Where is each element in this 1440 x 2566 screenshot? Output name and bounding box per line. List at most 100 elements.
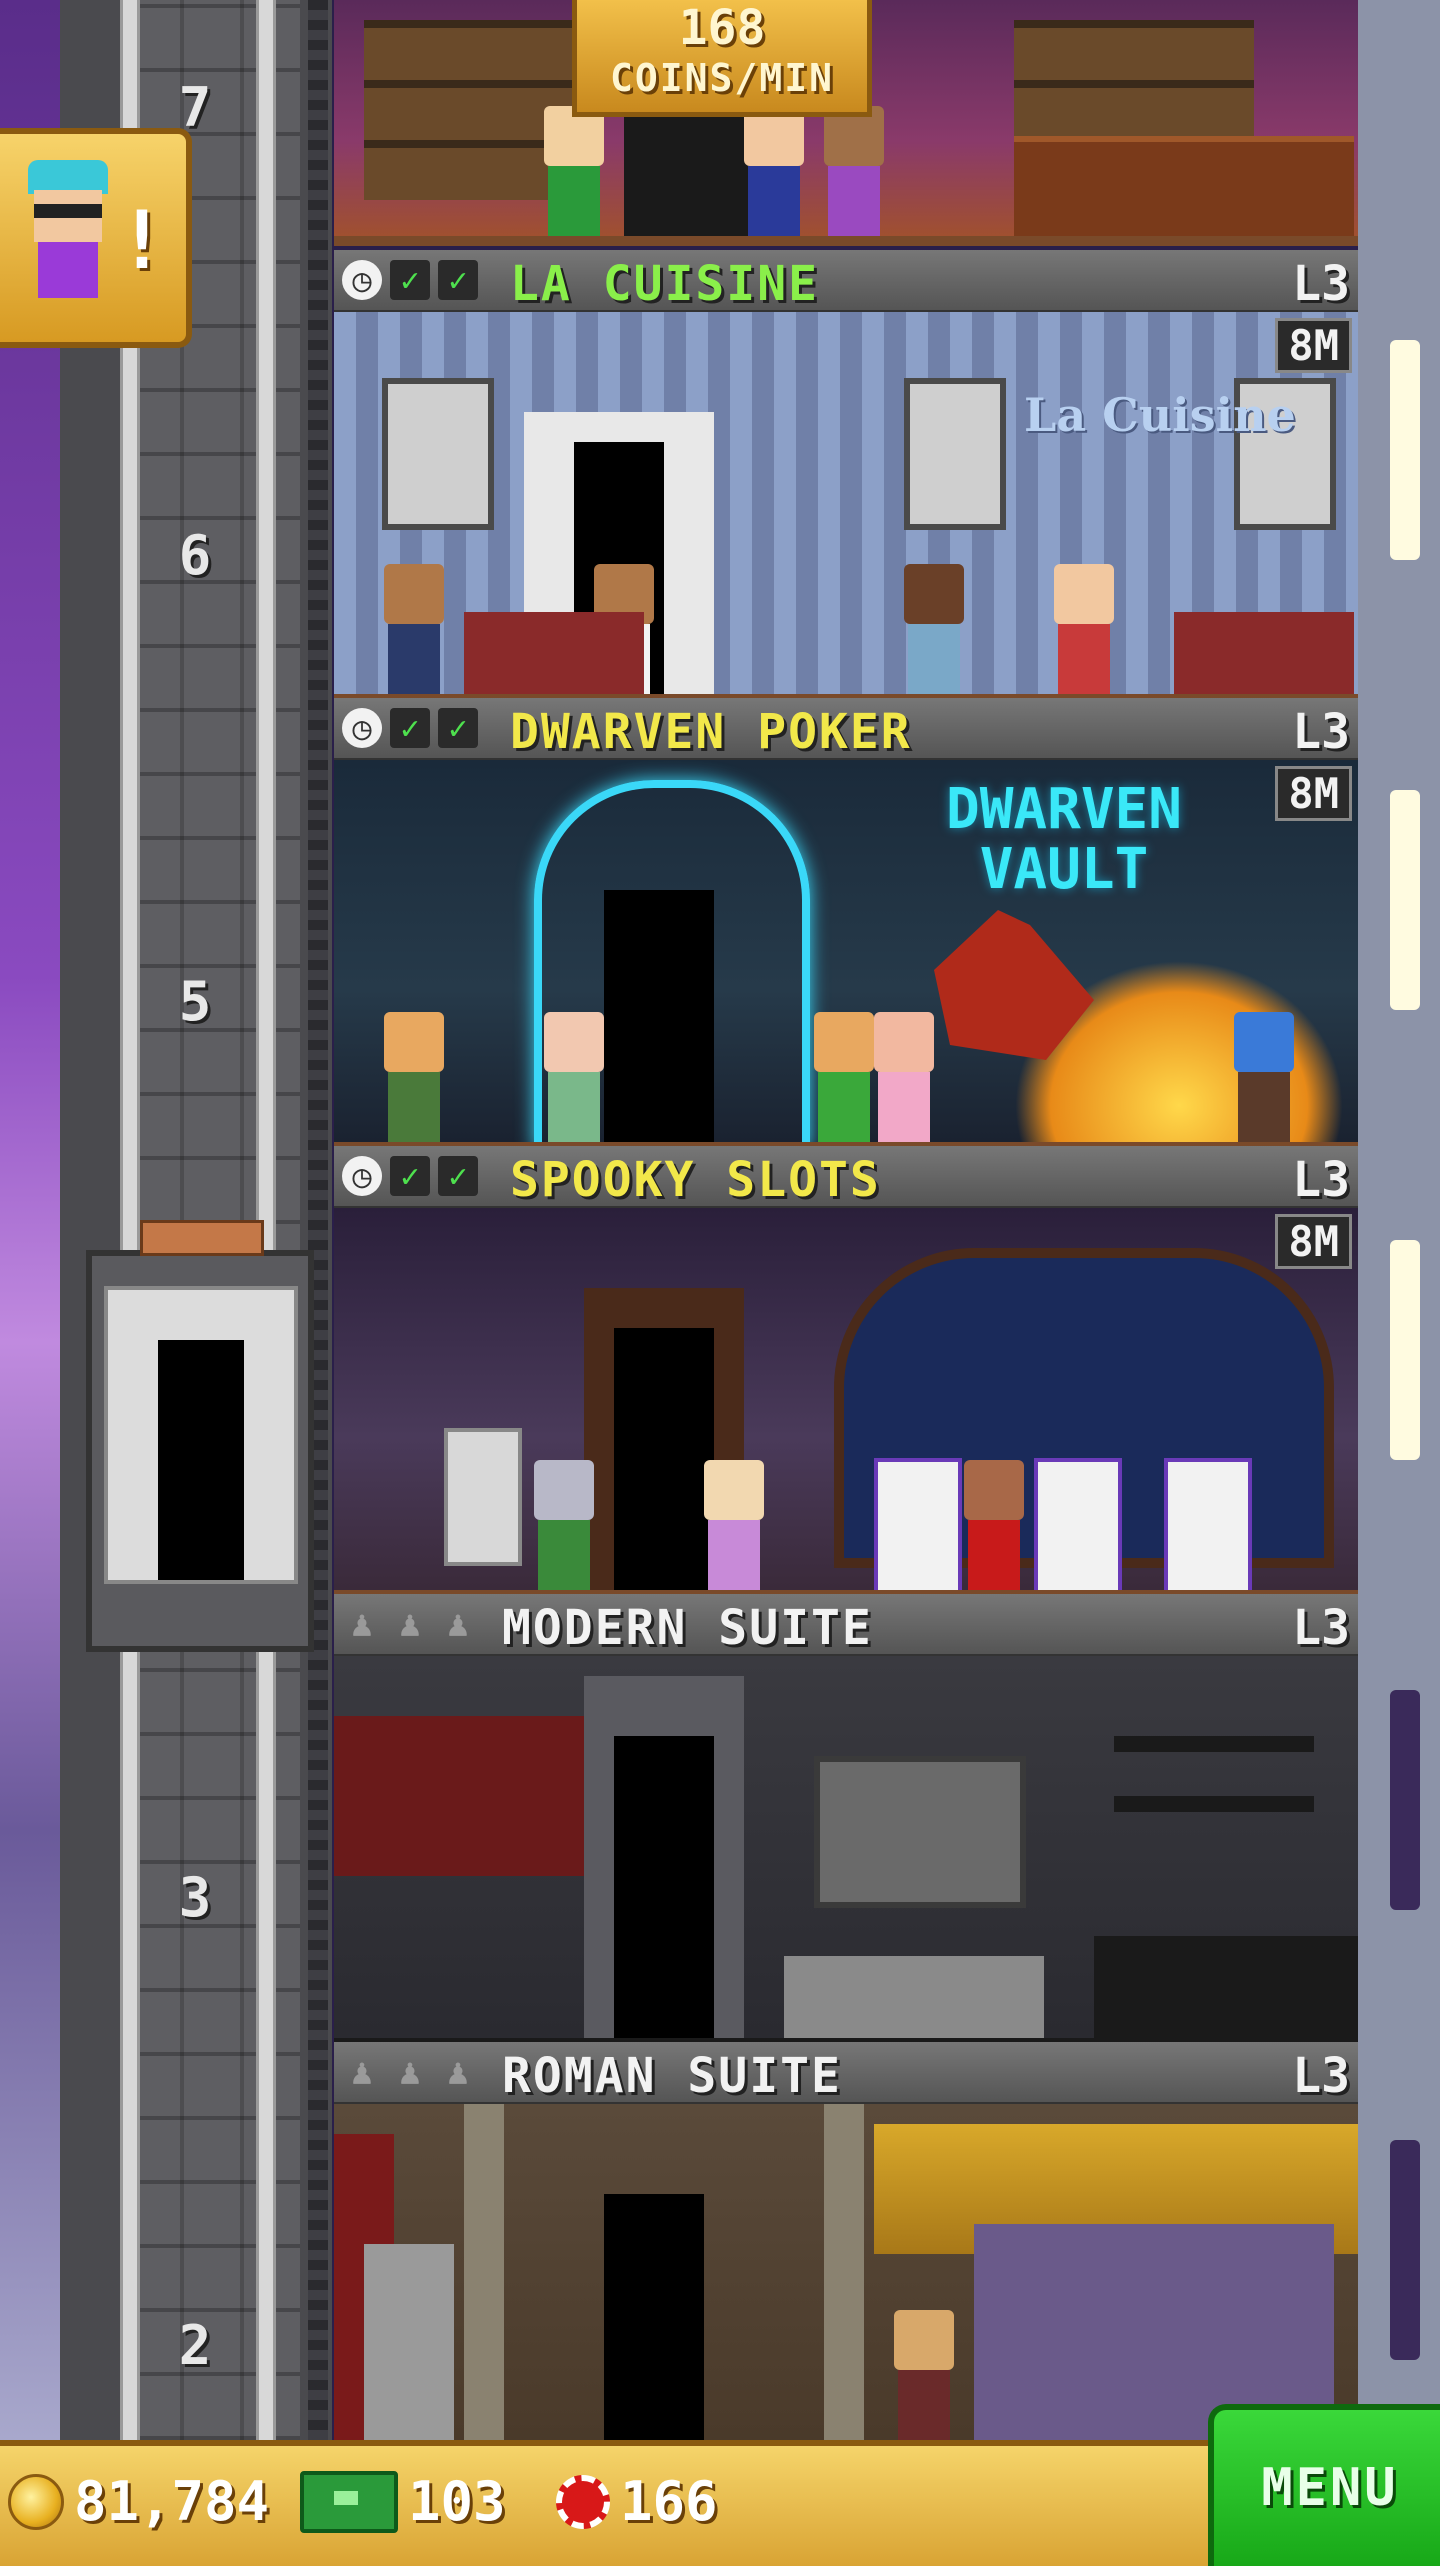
slot-machine (1164, 1458, 1252, 1590)
floor-header: ◷ ✓ ✓ DWARVEN POKER L3 (334, 698, 1358, 762)
check-icon: ✓ (390, 1156, 430, 1196)
bitizen[interactable] (534, 106, 614, 236)
status-icons: ◷ ✓ ✓ (342, 1156, 478, 1196)
coins-per-min-unit: COINS/MIN (610, 56, 834, 100)
exclamation-icon: ! (117, 194, 166, 287)
elevator-door (158, 1340, 244, 1580)
floor-spooky-slots[interactable]: ◷ ✓ ✓ SPOOKY SLOTS L3 8M (334, 1146, 1358, 1600)
bitizen[interactable] (884, 2310, 964, 2440)
room-scene: 8M La Cuisine (334, 312, 1358, 704)
room-scene (334, 1656, 1358, 2048)
bux-icon (300, 2470, 398, 2533)
bitizen[interactable] (814, 106, 894, 236)
room-door (614, 1736, 714, 2038)
dining-table (464, 612, 644, 694)
floor-la-cuisine[interactable]: ◷ ✓ ✓ LA CUISINE L3 8M La Cuisine (334, 250, 1358, 704)
check-icon: ✓ (390, 260, 430, 300)
clock-icon: ◷ (342, 708, 382, 748)
dining-table (1174, 612, 1354, 694)
room-door (604, 2194, 704, 2440)
stock-badge: 8M (1275, 766, 1352, 821)
bitizen[interactable] (694, 1460, 774, 1590)
sofa (784, 1956, 1044, 2038)
bitizen[interactable] (894, 564, 974, 694)
coins-value: 81,784 (74, 2470, 270, 2533)
bitizen[interactable] (734, 106, 814, 236)
elevator-cab (104, 1286, 298, 1584)
restaurant-sign: La Cuisine (1024, 388, 1296, 442)
stock-badge: 8M (1275, 1214, 1352, 1269)
clock-icon: ◷ (342, 260, 382, 300)
status-icons: ♟ ♟ ♟ (342, 2051, 478, 2093)
elevator-car[interactable] (86, 1220, 314, 1652)
status-icons: ◷ ✓ ✓ (342, 708, 478, 748)
status-icons: ♟ ♟ ♟ (342, 1603, 478, 1645)
floor-name: SPOOKY SLOTS (510, 1152, 881, 1208)
bitizen-zombie[interactable] (524, 1460, 604, 1590)
bitizen[interactable] (374, 564, 454, 694)
shelf (1114, 1796, 1314, 1812)
column (824, 2104, 864, 2440)
shaft-rail-left (120, 0, 140, 2440)
elevator-roof (140, 1220, 264, 1256)
slot-machine (444, 1428, 522, 1566)
bux-value: 103 (408, 2470, 506, 2533)
floor-name: MODERN SUITE (502, 1600, 873, 1656)
floor-number-2: 2 (178, 2314, 212, 2377)
vip-avatar-icon (18, 160, 118, 310)
bux-counter[interactable]: 103 (300, 2470, 506, 2533)
statue (364, 2244, 454, 2440)
floor-header: ♟ ♟ ♟ MODERN SUITE L3 (334, 1594, 1358, 1658)
sky-background (0, 0, 60, 2440)
shaft-cable (308, 0, 328, 2440)
check-icon: ✓ (438, 260, 478, 300)
floor-header: ♟ ♟ ♟ ROMAN SUITE L3 (334, 2042, 1358, 2106)
room-scene: 8M (334, 1208, 1358, 1600)
chips-value: 166 (620, 2470, 718, 2533)
check-icon: ✓ (438, 708, 478, 748)
floor-number-6: 6 (178, 524, 212, 587)
resident-slot-icon: ♟ (399, 1603, 421, 1645)
menu-button[interactable]: MENU (1208, 2404, 1440, 2566)
coins-counter[interactable]: 81,784 (8, 2470, 269, 2533)
room-scene: 8M DWARVEN VAULT (334, 760, 1358, 1152)
vip-notification[interactable]: ! (0, 128, 192, 348)
room-scene (334, 2104, 1358, 2440)
resident-slot-icon: ♟ (351, 2051, 373, 2093)
window-light (1390, 340, 1420, 560)
bitizen[interactable] (864, 1012, 944, 1142)
bar-counter (1014, 136, 1354, 236)
wall-panel (334, 1716, 584, 1876)
coin-icon (8, 2473, 64, 2530)
bitizen-bellhop[interactable] (954, 1460, 1034, 1590)
bitizen[interactable] (534, 1012, 614, 1142)
chips-counter[interactable]: 166 (556, 2470, 718, 2533)
stock-badge: 8M (1275, 318, 1352, 373)
clock-icon: ◷ (342, 1156, 382, 1196)
floor-modern-suite[interactable]: ♟ ♟ ♟ MODERN SUITE L3 (334, 1594, 1358, 2048)
floor-level: L3 (1292, 256, 1350, 312)
floor-level: L3 (1292, 2048, 1350, 2104)
floor-name: DWARVEN POKER (510, 704, 912, 760)
resident-slot-icon: ♟ (399, 2051, 421, 2093)
floor-roman-suite[interactable]: ♟ ♟ ♟ ROMAN SUITE L3 (334, 2042, 1358, 2440)
window-dark (1390, 1690, 1420, 1910)
floor-header: ◷ ✓ ✓ SPOOKY SLOTS L3 (334, 1146, 1358, 1210)
bitizen-dwarf[interactable] (1224, 1012, 1304, 1142)
floor-header: ◷ ✓ ✓ LA CUISINE L3 (334, 250, 1358, 314)
slot-machine (1034, 1458, 1122, 1590)
vault-sign: DWARVEN VAULT (945, 777, 1182, 902)
resident-slot-icon: ♟ (447, 1603, 469, 1645)
floor-name: ROMAN SUITE (502, 2048, 842, 2104)
shelf (1114, 1736, 1314, 1752)
wall-painting (382, 378, 494, 530)
floor-dwarven-poker[interactable]: ◷ ✓ ✓ DWARVEN POKER L3 8M DWARVEN VAULT (334, 698, 1358, 1152)
coins-per-min-value: 168 (678, 0, 766, 56)
window-dark (1390, 2140, 1420, 2360)
check-icon: ✓ (390, 708, 430, 748)
slot-machine (874, 1458, 962, 1590)
floor-level: L3 (1292, 1600, 1350, 1656)
floor-level: L3 (1292, 704, 1350, 760)
bitizen[interactable] (1044, 564, 1124, 694)
bitizen[interactable] (374, 1012, 454, 1142)
